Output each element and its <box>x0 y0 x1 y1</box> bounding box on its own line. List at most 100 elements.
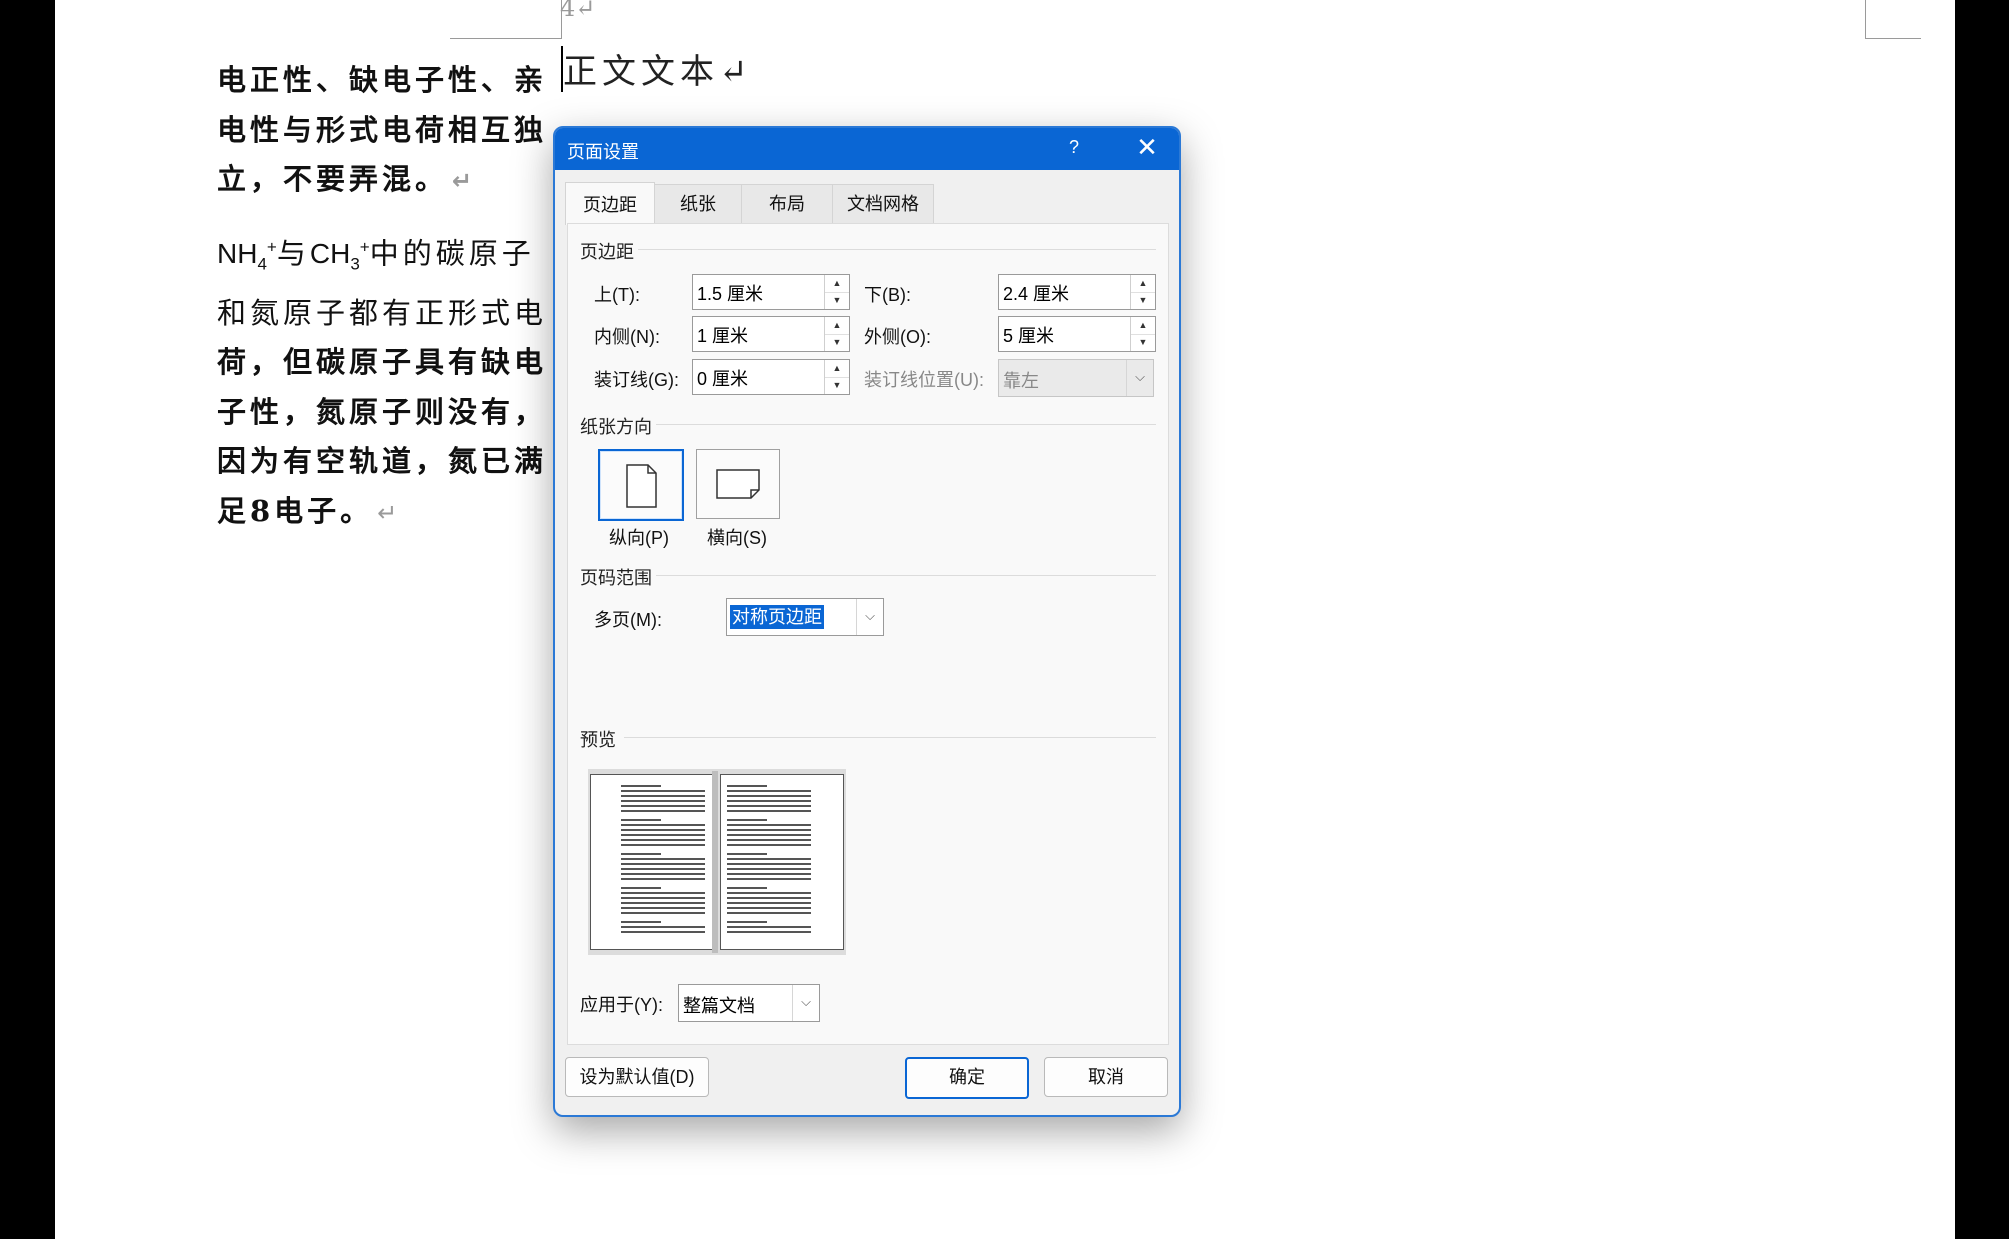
help-icon[interactable]: ? <box>1069 137 1079 158</box>
paragraph-1-text[interactable]: 电正性、缺电子性、亲电性与形式电荷相互独立，不要弄混。 <box>217 63 547 196</box>
divider <box>656 424 1156 425</box>
preview-text-line <box>727 931 811 933</box>
preview-text-line <box>621 863 705 865</box>
divider <box>656 575 1156 576</box>
preview-text-line <box>621 902 705 904</box>
spin-up-icon[interactable]: ▲ <box>1131 275 1155 293</box>
outside-margin-value[interactable]: 5 厘米 <box>1003 322 1054 348</box>
preview-text-line <box>727 887 767 889</box>
tab-document-grid[interactable]: 文档网格 <box>832 184 934 223</box>
paragraph-mark: ↵ <box>452 167 473 195</box>
preview-text-line <box>621 829 705 831</box>
divider <box>638 249 1156 250</box>
preview-text-line <box>727 878 811 880</box>
top-margin-value[interactable]: 1.5 厘米 <box>697 280 763 306</box>
portrait-label[interactable]: 纵向(P) <box>598 524 680 550</box>
crop-mark <box>450 38 562 39</box>
preview-text-line <box>621 897 705 899</box>
preview-text-line <box>727 892 811 894</box>
set-default-button[interactable]: 设为默认值(D) <box>565 1057 709 1097</box>
left-column-text[interactable]: 电正性、缺电子性、亲电性与形式电荷相互独立，不要弄混。 ↵ NH4+与CH3+中的… <box>217 56 547 554</box>
portrait-button[interactable] <box>598 449 684 521</box>
formula-nh4[interactable]: NH4+ <box>217 238 277 274</box>
preview-text-line <box>621 795 705 797</box>
preview-text-line <box>727 829 811 831</box>
preview-text-line <box>727 873 811 875</box>
preview-text-line <box>727 824 811 826</box>
dialog-titlebar[interactable]: 页面设置 ? ✕ <box>555 128 1179 170</box>
gutter-label: 装订线(G): <box>594 370 679 390</box>
spin-down-icon[interactable]: ▼ <box>1131 292 1155 309</box>
ok-button[interactable]: 确定 <box>905 1057 1029 1099</box>
gutter-position-select: 靠左 ⌵ <box>998 359 1154 397</box>
spin-up-icon[interactable]: ▲ <box>825 317 849 335</box>
spin-down-icon[interactable]: ▼ <box>825 334 849 351</box>
preview-text-line <box>621 805 705 807</box>
preview-text-line <box>727 810 811 812</box>
multiple-pages-value[interactable]: 对称页边距 <box>730 605 824 629</box>
apply-to-select[interactable]: 整篇文档 ⌵ <box>678 984 820 1022</box>
bottom-margin-stepper[interactable]: 2.4 厘米 ▲ ▼ <box>998 274 1156 310</box>
preview-text-line <box>621 853 661 855</box>
divider <box>624 737 1156 738</box>
formula-ch3[interactable]: CH3+ <box>310 238 370 274</box>
preview-text-line <box>621 878 705 880</box>
preview-text-line <box>621 873 705 875</box>
top-margin-label: 上(T): <box>594 285 640 305</box>
gutter-value[interactable]: 0 厘米 <box>697 365 748 391</box>
spin-up-icon[interactable]: ▲ <box>1131 317 1155 335</box>
preview-text-line <box>621 926 705 928</box>
preview-text-line <box>621 839 705 841</box>
inside-margin-value[interactable]: 1 厘米 <box>697 322 748 348</box>
landscape-label[interactable]: 横向(S) <box>696 524 778 550</box>
preview-text-line <box>621 892 705 894</box>
spin-down-icon[interactable]: ▼ <box>825 292 849 309</box>
close-icon[interactable]: ✕ <box>1133 133 1161 161</box>
preview-left-page <box>590 774 714 950</box>
spin-down-icon[interactable]: ▼ <box>1131 334 1155 351</box>
paragraph-1: 电正性、缺电子性、亲电性与形式电荷相互独立，不要弄混。 ↵ <box>217 56 547 207</box>
body-text-heading[interactable]: 正文文本↵ <box>563 44 753 93</box>
preview-text-line <box>727 853 767 855</box>
chevron-down-icon[interactable]: ⌵ <box>856 599 883 635</box>
preview-text-line <box>727 897 811 899</box>
spin-down-icon[interactable]: ▼ <box>825 377 849 394</box>
section-title-preview: 预览 <box>580 730 616 750</box>
preview-text-line <box>727 839 811 841</box>
top-margin-stepper[interactable]: 1.5 厘米 ▲ ▼ <box>692 274 850 310</box>
tab-paper[interactable]: 纸张 <box>654 184 742 223</box>
bottom-margin-value[interactable]: 2.4 厘米 <box>1003 280 1069 306</box>
preview-text-line <box>727 795 811 797</box>
chevron-down-icon: ⌵ <box>1126 360 1153 396</box>
preview-text-line <box>621 868 705 870</box>
bottom-margin-label: 下(B): <box>864 285 911 305</box>
portrait-page-icon <box>626 464 657 508</box>
preview-text-line <box>621 810 705 812</box>
multiple-pages-select[interactable]: 对称页边距 ⌵ <box>726 598 884 636</box>
tab-layout[interactable]: 布局 <box>741 184 833 223</box>
apply-to-value[interactable]: 整篇文档 <box>683 992 755 1018</box>
outside-margin-stepper[interactable]: 5 厘米 ▲ ▼ <box>998 316 1156 352</box>
preview-text-line <box>621 819 661 821</box>
preview-text-line <box>727 790 811 792</box>
crop-mark <box>1865 38 1921 39</box>
gutter-position-value: 靠左 <box>1003 371 1039 391</box>
landscape-button[interactable] <box>696 449 780 519</box>
section-title-pages: 页码范围 <box>580 568 652 588</box>
gutter-position-label: 装订线位置(U): <box>864 370 984 390</box>
section-title-orientation: 纸张方向 <box>580 417 652 437</box>
margins-panel: 页边距 上(T): 1.5 厘米 ▲ ▼ 下(B): 2.4 厘米 ▲ ▼ 内侧(N… <box>567 223 1169 1045</box>
page-number-marker: 4↵ <box>560 0 596 22</box>
tab-margins[interactable]: 页边距 <box>565 182 655 225</box>
cancel-button[interactable]: 取消 <box>1044 1057 1168 1097</box>
preview-text-line <box>727 907 811 909</box>
connector-text[interactable]: 与 <box>277 236 310 270</box>
spin-up-icon[interactable]: ▲ <box>825 360 849 378</box>
spin-up-icon[interactable]: ▲ <box>825 275 849 293</box>
gutter-stepper[interactable]: 0 厘米 ▲ ▼ <box>692 359 850 395</box>
preview-right-page <box>720 774 844 950</box>
inside-margin-stepper[interactable]: 1 厘米 ▲ ▼ <box>692 316 850 352</box>
preview-text-line <box>727 800 811 802</box>
preview-gutter <box>712 771 718 953</box>
chevron-down-icon[interactable]: ⌵ <box>792 985 819 1021</box>
